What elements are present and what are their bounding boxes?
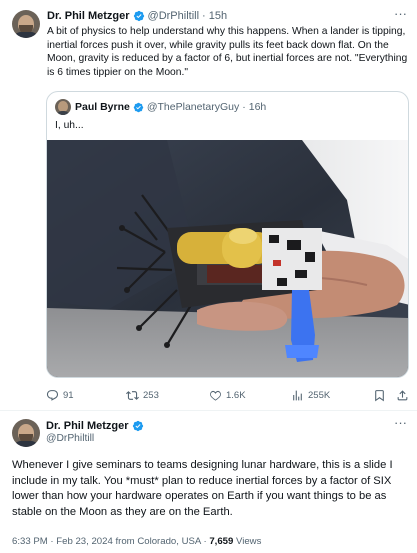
reply-count: 91 <box>63 389 74 401</box>
views-icon <box>293 390 302 400</box>
view-count: 255K <box>308 389 331 401</box>
more-icon[interactable]: ··· <box>394 6 407 21</box>
like-icon <box>210 390 221 401</box>
tweet-text: A bit of physics to help understand why … <box>47 26 408 78</box>
reply-author-handle[interactable]: @DrPhiltill <box>46 433 94 444</box>
quote-author-handle: @ThePlanetaryGuy <box>146 101 240 113</box>
repost-icon <box>126 390 139 400</box>
like-count: 1.6K <box>226 389 246 401</box>
quoted-tweet[interactable]: Paul Byrne @ThePlanetaryGuy · 16h I, uh.… <box>46 91 409 378</box>
verified-icon <box>132 420 143 432</box>
quote-author-name: Paul Byrne <box>75 101 130 113</box>
tweet-meta: 6:33 PM · Feb 23, 2024 from Colorado, US… <box>12 536 261 547</box>
share-button[interactable] <box>396 387 413 403</box>
reply-author-avatar[interactable] <box>12 419 40 447</box>
quote-author-row: Paul Byrne @ThePlanetaryGuy · 16h <box>75 100 266 114</box>
share-icon <box>397 389 408 400</box>
repost-count: 253 <box>143 389 159 401</box>
views-count: 7,659 <box>209 536 234 547</box>
verified-icon <box>133 10 144 22</box>
tweet-actions: 91 253 1.6K 255K <box>46 387 409 403</box>
tweet-time[interactable]: 15h <box>209 10 227 22</box>
author-row: Dr. Phil Metzger @DrPhiltill · 15h <box>47 9 227 23</box>
quote-time: 16h <box>248 101 267 113</box>
author-avatar[interactable] <box>12 10 40 38</box>
like-button[interactable]: 1.6K <box>209 387 246 403</box>
reply-icon <box>46 389 59 401</box>
reply-author-name[interactable]: Dr. Phil Metzger <box>46 420 129 432</box>
tweet-timestamp[interactable]: 6:33 PM · Feb 23, 2024 from Colorado, US… <box>12 536 209 547</box>
reply-button[interactable]: 91 <box>46 387 74 403</box>
bookmark-button[interactable] <box>373 387 390 403</box>
separator-dot: · <box>242 101 246 113</box>
repost-button[interactable]: 253 <box>126 387 159 403</box>
more-icon[interactable]: ··· <box>394 415 407 430</box>
author-handle[interactable]: @DrPhiltill <box>148 10 200 22</box>
verified-icon <box>133 102 144 112</box>
reply-text: Whenever I give seminars to teams design… <box>12 459 393 518</box>
author-name[interactable]: Dr. Phil Metzger <box>47 10 130 22</box>
divider <box>0 410 417 411</box>
views-button[interactable]: 255K <box>291 387 330 403</box>
bookmark-icon <box>375 389 384 401</box>
quoted-photo[interactable] <box>47 140 409 378</box>
quote-author-avatar <box>55 99 71 115</box>
separator-dot: · <box>202 10 206 22</box>
reply-author-row: Dr. Phil Metzger <box>46 419 147 433</box>
views-label: Views <box>233 536 262 547</box>
quote-text: I, uh... <box>55 120 84 131</box>
